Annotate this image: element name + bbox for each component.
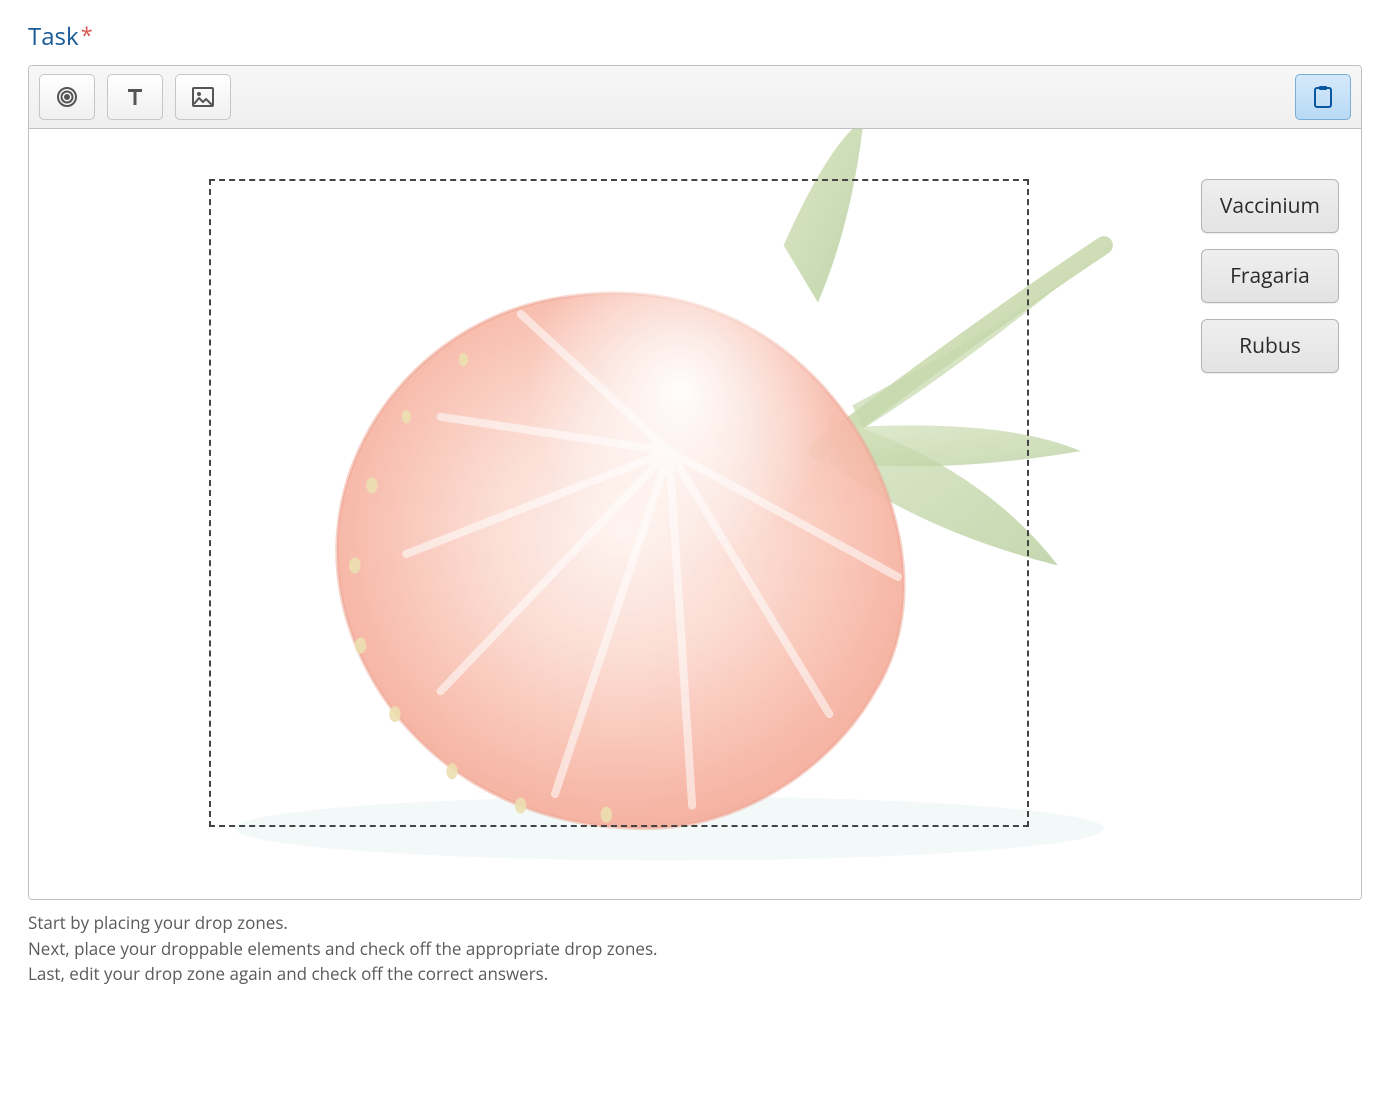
target-tool-button[interactable] (39, 74, 95, 120)
text-tool-button[interactable] (107, 74, 163, 120)
clipboard-icon (1312, 85, 1334, 109)
draggable-item[interactable]: Vaccinium (1201, 179, 1339, 233)
text-icon (123, 85, 147, 109)
toolbar (29, 66, 1361, 129)
field-label: Task* (28, 20, 93, 53)
required-asterisk: * (81, 20, 93, 50)
paste-tool-button[interactable] (1295, 74, 1351, 120)
instruction-line: Start by placing your drop zones. (28, 910, 1362, 936)
instructions: Start by placing your drop zones. Next, … (28, 910, 1362, 987)
draggable-item[interactable]: Rubus (1201, 319, 1339, 373)
canvas-area[interactable]: Vaccinium Fragaria Rubus (29, 129, 1361, 899)
image-tool-button[interactable] (175, 74, 231, 120)
target-icon (55, 85, 79, 109)
draggable-item[interactable]: Fragaria (1201, 249, 1339, 303)
field-label-text: Task (28, 20, 79, 53)
image-icon (191, 86, 215, 108)
instruction-line: Next, place your droppable elements and … (28, 936, 1362, 962)
dropzone-frame[interactable] (209, 179, 1029, 827)
draggables-list: Vaccinium Fragaria Rubus (1201, 179, 1339, 373)
instruction-line: Last, edit your drop zone again and chec… (28, 961, 1362, 987)
editor-container: Vaccinium Fragaria Rubus (28, 65, 1362, 900)
